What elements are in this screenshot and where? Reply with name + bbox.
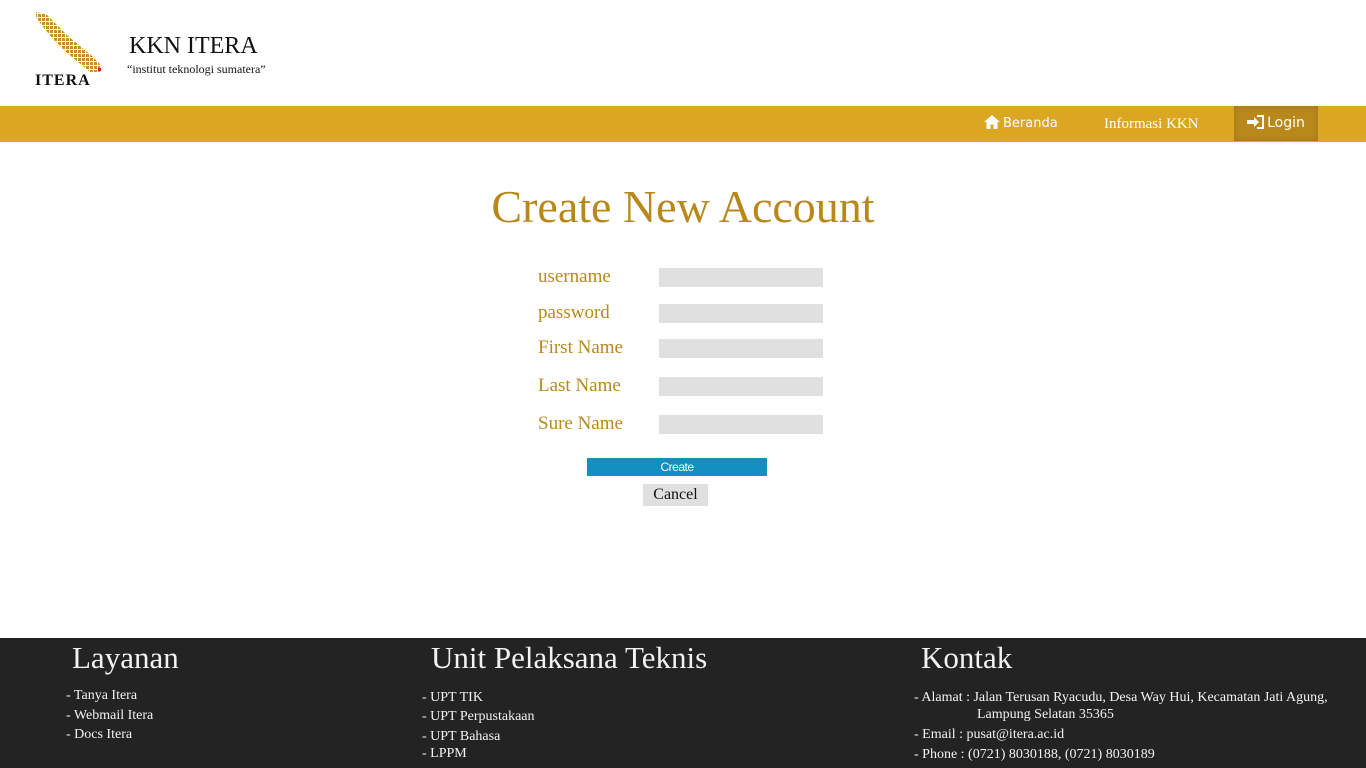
- username-input[interactable]: [659, 268, 823, 287]
- footer-layanan-heading: Layanan: [72, 640, 179, 675]
- site-tagline: “institut teknologi sumatera”: [127, 62, 266, 76]
- site-footer: Layanan - Tanya Itera - Webmail Itera - …: [0, 638, 1366, 768]
- footer-link-upt-bahasa[interactable]: - UPT Bahasa: [422, 729, 500, 745]
- password-input[interactable]: [659, 304, 823, 323]
- nav-home-label: Beranda: [1003, 116, 1058, 131]
- footer-upt-heading: Unit Pelaksana Teknis: [431, 640, 708, 675]
- home-icon: [984, 115, 1000, 129]
- footer-phone: - Phone : (0721) 8030188, (0721) 8030189: [914, 747, 1155, 762]
- cancel-button[interactable]: Cancel: [643, 484, 708, 506]
- last-name-label: Last Name: [538, 375, 621, 396]
- footer-alamat-line2: Lampung Selatan 35365: [977, 707, 1114, 722]
- footer-kontak-heading: Kontak: [921, 640, 1013, 675]
- footer-link-lppm[interactable]: - LPPM: [422, 746, 467, 762]
- nav-informasi-link[interactable]: Informasi KKN: [1104, 106, 1199, 142]
- last-name-input[interactable]: [659, 377, 823, 396]
- sure-name-input[interactable]: [659, 415, 823, 434]
- login-icon: [1247, 115, 1265, 129]
- password-label: password: [538, 302, 610, 323]
- first-name-label: First Name: [538, 337, 623, 358]
- footer-link-upt-perpustakaan[interactable]: - UPT Perpustakaan: [422, 709, 535, 725]
- first-name-input[interactable]: [659, 339, 823, 358]
- nav-login-button[interactable]: Login: [1234, 106, 1318, 141]
- site-title[interactable]: KKN ITERA: [129, 33, 258, 60]
- nav-home-link[interactable]: Beranda: [984, 106, 1058, 142]
- footer-link-webmail-itera[interactable]: - Webmail Itera: [66, 708, 153, 724]
- footer-link-upt-tik[interactable]: - UPT TIK: [422, 690, 483, 706]
- sure-name-label: Sure Name: [538, 413, 623, 434]
- create-button[interactable]: Create: [587, 458, 767, 476]
- footer-alamat-line1: - Alamat : Jalan Terusan Ryacudu, Desa W…: [914, 690, 1328, 705]
- page-title: Create New Account: [491, 181, 875, 232]
- username-label: username: [538, 266, 611, 287]
- main-navbar: Beranda Informasi KKN Login: [0, 106, 1366, 142]
- sumatra-map-icon: [36, 12, 101, 72]
- nav-login-label: Login: [1267, 115, 1305, 131]
- site-header: ITERA KKN ITERA “institut teknologi suma…: [0, 0, 1366, 106]
- footer-email: - Email : pusat@itera.ac.id: [914, 727, 1065, 742]
- footer-link-docs-itera[interactable]: - Docs Itera: [66, 727, 132, 743]
- footer-link-tanya-itera[interactable]: - Tanya Itera: [66, 688, 137, 704]
- itera-logo[interactable]: ITERA: [34, 10, 104, 90]
- logo-text: ITERA: [35, 72, 91, 89]
